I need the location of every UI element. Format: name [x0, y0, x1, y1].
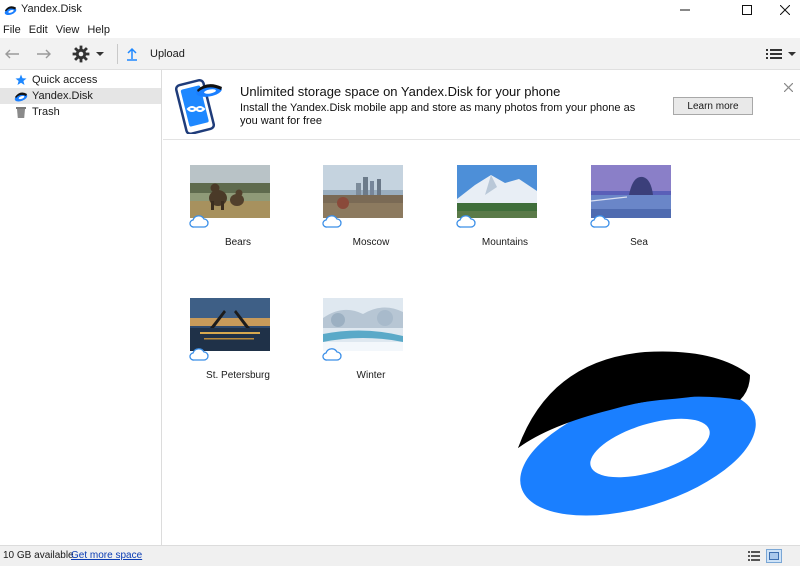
minimize-icon	[680, 9, 690, 11]
cloud-sync-icon	[189, 215, 209, 228]
settings-button[interactable]	[72, 44, 108, 64]
menu-file[interactable]: File	[0, 22, 26, 38]
upload-button[interactable]: Upload	[126, 44, 190, 64]
folder-item-winter[interactable]: Winter	[306, 298, 406, 408]
title-bar: Yandex.Disk	[0, 0, 800, 20]
tiles-view-button[interactable]	[766, 549, 782, 563]
arrow-left-icon	[5, 49, 19, 59]
learn-more-button[interactable]: Learn more	[673, 97, 753, 115]
yandex-disk-logo	[518, 351, 756, 516]
folder-thumbnail	[591, 165, 671, 218]
folder-name: Bears	[224, 237, 252, 248]
sidebar-item-trash[interactable]: Trash	[0, 104, 161, 120]
yandex-disk-app-icon	[4, 6, 17, 16]
promo-text: Install the Yandex.Disk mobile app and s…	[240, 102, 636, 127]
trash-icon	[14, 105, 28, 119]
folder-name: Winter	[356, 370, 386, 381]
cloud-sync-icon	[590, 215, 610, 228]
folder-thumbnail	[323, 298, 403, 351]
promo-title: Unlimited storage space on Yandex.Disk f…	[240, 84, 561, 99]
toolbar: Upload	[0, 38, 800, 70]
menu-edit[interactable]: Edit	[26, 22, 53, 38]
chevron-down-icon	[788, 52, 796, 56]
upload-icon	[127, 47, 137, 61]
view-options-button[interactable]	[766, 44, 800, 64]
window-title: Yandex.Disk	[21, 3, 82, 15]
folder-name: Mountains	[481, 237, 529, 248]
maximize-icon	[742, 5, 752, 15]
folder-name: St. Petersburg	[206, 370, 270, 381]
folder-thumbnail	[190, 165, 270, 218]
folder-thumbnail	[323, 165, 403, 218]
menu-help[interactable]: Help	[84, 22, 115, 38]
arrow-right-icon	[37, 49, 51, 59]
folder-item-mountains[interactable]: Mountains	[440, 165, 540, 275]
yandex-disk-icon	[14, 89, 28, 103]
status-bar: 10 GB available Get more space	[0, 545, 800, 566]
sidebar-item-label: Quick access	[32, 74, 98, 86]
sidebar-item-label: Yandex.Disk	[32, 90, 93, 102]
back-button[interactable]	[4, 44, 22, 64]
folder-item-bears[interactable]: Bears	[173, 165, 273, 275]
details-view-icon	[748, 551, 760, 561]
folder-thumbnail	[457, 165, 537, 218]
promo-banner: Unlimited storage space on Yandex.Disk f…	[163, 70, 800, 140]
sidebar: Quick access Yandex.Disk Trash	[0, 70, 162, 545]
toolbar-separator	[117, 44, 118, 64]
close-window-button[interactable]	[762, 0, 800, 20]
cloud-sync-icon	[456, 215, 476, 228]
menu-bar: File Edit View Help	[0, 22, 115, 38]
gear-icon	[72, 45, 90, 63]
list-view-icon	[766, 49, 782, 59]
folder-item-moscow[interactable]: Moscow	[306, 165, 406, 275]
forward-button[interactable]	[36, 44, 54, 64]
sidebar-item-yandex-disk[interactable]: Yandex.Disk	[0, 88, 161, 104]
folder-thumbnail	[190, 298, 270, 351]
get-more-space-link[interactable]: Get more space	[71, 550, 142, 561]
menu-view[interactable]: View	[53, 22, 85, 38]
sidebar-item-label: Trash	[32, 106, 60, 118]
star-icon	[14, 73, 28, 87]
cloud-sync-icon	[322, 348, 342, 361]
storage-available: 10 GB available	[3, 550, 74, 561]
cloud-sync-icon	[322, 215, 342, 228]
folder-name: Moscow	[352, 237, 390, 248]
close-icon	[780, 5, 790, 15]
minimize-button[interactable]	[662, 0, 708, 20]
cloud-sync-icon	[189, 348, 209, 361]
promo-close-button[interactable]	[781, 80, 795, 94]
folder-item-st-petersburg[interactable]: St. Petersburg	[173, 298, 273, 408]
folder-name: Sea	[630, 237, 648, 248]
sidebar-item-quick-access[interactable]: Quick access	[0, 72, 161, 88]
phone-promo-icon	[175, 78, 222, 134]
upload-label: Upload	[150, 48, 185, 60]
details-view-button[interactable]	[746, 549, 762, 563]
folder-item-sea[interactable]: Sea	[574, 165, 674, 275]
close-icon	[783, 82, 793, 92]
tiles-view-icon	[769, 552, 779, 560]
chevron-down-icon	[96, 52, 104, 56]
